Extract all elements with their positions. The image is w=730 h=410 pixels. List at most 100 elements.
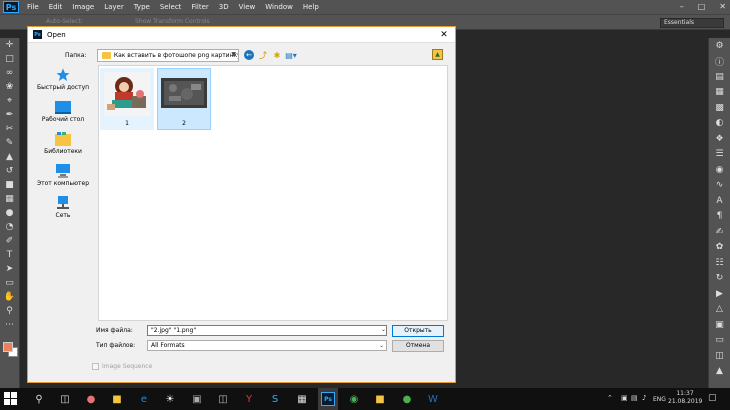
windows-start-icon[interactable] [4,392,18,406]
calculator-icon[interactable]: ▦ [295,392,309,406]
3d-panel-icon[interactable]: ▲ [709,364,730,380]
navigator-panel-icon[interactable]: ▩ [709,100,730,116]
skype-icon[interactable]: S [268,392,282,406]
language-indicator[interactable]: ENG [653,396,666,403]
dialog-close-icon[interactable]: ✕ [433,27,455,43]
file-item[interactable]: 2 [157,68,211,130]
shape-tool-icon[interactable]: ▭ [0,276,19,290]
clock[interactable]: 11:37 21.08.2019 [668,390,702,406]
chrome-icon[interactable]: ◉ [347,392,361,406]
histogram-panel-icon[interactable]: ▤ [709,69,730,85]
place-quick-access[interactable]: Быстрый доступ [31,65,95,96]
settings-icon[interactable]: ☀ [163,392,177,406]
place-desktop[interactable]: Рабочий стол [31,97,95,128]
yandex-icon[interactable]: Y [242,392,256,406]
hand-tool-icon[interactable]: ✋ [0,290,19,304]
menu-window[interactable]: Window [265,3,293,11]
blur-tool-icon[interactable]: ● [0,206,19,220]
search-icon[interactable]: ⚲ [32,392,46,406]
app-icon-2[interactable]: ▣ [190,392,204,406]
folder-combo[interactable]: Как вставить в фотошопе png картинку ▼ [97,49,239,62]
layer-comps-panel-icon[interactable]: △ [709,302,730,318]
utorrent-icon[interactable]: ● [400,392,414,406]
libraries-panel-icon[interactable]: ◫ [709,348,730,364]
menu-file[interactable]: File [27,3,39,11]
history-brush-tool-icon[interactable]: ↺ [0,164,19,178]
lasso-tool-icon[interactable]: ∞ [0,66,19,80]
view-menu-icon[interactable]: ▤▾ [285,50,297,60]
new-folder-icon[interactable]: ✱ [272,50,282,60]
up-folder-icon[interactable]: ⤴ [258,50,268,60]
task-view-icon[interactable]: ◫ [58,392,72,406]
gradient-tool-icon[interactable]: ▦ [0,192,19,206]
adjustments-panel-icon[interactable]: ◐ [709,116,730,132]
menu-image[interactable]: Image [72,3,94,11]
network-tray-icon[interactable]: ▤ [631,394,638,402]
menu-select[interactable]: Select [160,3,182,11]
move-tool-icon[interactable]: ✛ [0,38,19,52]
eyedropper-tool-icon[interactable]: ✒ [0,108,19,122]
close-icon[interactable]: ✕ [719,2,726,11]
minimize-icon[interactable]: – [680,2,684,11]
info-panel-icon[interactable]: ⓘ [709,54,730,70]
edge-icon[interactable]: e [137,392,151,406]
place-network[interactable]: Сеть [31,193,95,224]
place-libraries[interactable]: Библиотеки [31,129,95,160]
place-this-pc[interactable]: Этот компьютер [31,161,95,192]
path-select-tool-icon[interactable]: ➤ [0,262,19,276]
filename-input[interactable]: "2.jpg" "1.png" [147,325,387,336]
menu-edit[interactable]: Edit [49,3,63,11]
tray-app-icon[interactable]: ▣ [621,394,628,402]
word-icon[interactable]: W [426,392,440,406]
brush-tool-icon[interactable]: ✎ [0,136,19,150]
more-tools-icon[interactable]: ⋯ [0,318,19,332]
maximize-icon[interactable]: □ [698,2,706,11]
properties-panel-icon[interactable]: ☷ [709,255,730,271]
cancel-button[interactable]: Отмена [392,340,444,352]
file-list[interactable]: 1 2 [98,65,448,321]
volume-icon[interactable]: ♪ [642,394,646,402]
menu-3d[interactable]: 3D [219,3,229,11]
layers-panel-icon[interactable]: ☰ [709,147,730,163]
paragraph-panel-icon[interactable]: ¶ [709,209,730,225]
menu-type[interactable]: Type [134,3,150,11]
paths-panel-icon[interactable]: ∿ [709,178,730,194]
tray-expand-icon[interactable]: ⌃ [607,394,613,402]
channels-panel-icon[interactable]: ◉ [709,162,730,178]
brushes-panel-icon[interactable]: ✍ [709,224,730,240]
open-button[interactable]: Открыть [392,325,444,337]
menu-help[interactable]: Help [303,3,319,11]
history-panel-icon[interactable]: ↻ [709,271,730,287]
clone-source-panel-icon[interactable]: ✿ [709,240,730,256]
notifications-icon[interactable]: ▢ [708,393,717,403]
swatches-panel-icon[interactable]: ▦ [709,85,730,101]
stamp-tool-icon[interactable]: ▲ [0,150,19,164]
notes-panel-icon[interactable]: ▣ [709,317,730,333]
app-icon-3[interactable]: ◫ [216,392,230,406]
marquee-tool-icon[interactable]: □ [0,52,19,66]
styles-panel-icon[interactable]: ❖ [709,131,730,147]
timeline-panel-icon[interactable]: ▭ [709,333,730,349]
filetype-select[interactable]: All Formats ⌄ [147,340,387,351]
menu-layer[interactable]: Layer [104,3,124,11]
menu-view[interactable]: View [239,3,256,11]
back-icon[interactable]: ← [244,50,254,60]
quick-select-tool-icon[interactable]: ❀ [0,80,19,94]
zoom-tool-icon[interactable]: ⚲ [0,304,19,318]
pen-tool-icon[interactable]: ✐ [0,234,19,248]
file-explorer-icon[interactable]: ■ [110,392,124,406]
app-icon-4[interactable]: ■ [373,392,387,406]
preview-icon[interactable]: ▲ [432,49,443,60]
crop-tool-icon[interactable]: ⌖ [0,94,19,108]
file-item[interactable]: 1 [100,68,154,130]
menu-filter[interactable]: Filter [191,3,208,11]
dodge-tool-icon[interactable]: ◔ [0,220,19,234]
character-panel-icon[interactable]: A [709,193,730,209]
workspace-select[interactable]: Essentials [660,18,724,28]
color-panel-icon[interactable]: ⚙ [709,38,730,54]
actions-panel-icon[interactable]: ▶ [709,286,730,302]
app-icon-1[interactable]: ● [84,392,98,406]
healing-tool-icon[interactable]: ✂ [0,122,19,136]
type-tool-icon[interactable]: T [0,248,19,262]
photoshop-taskbar-icon[interactable]: Ps [321,392,335,406]
